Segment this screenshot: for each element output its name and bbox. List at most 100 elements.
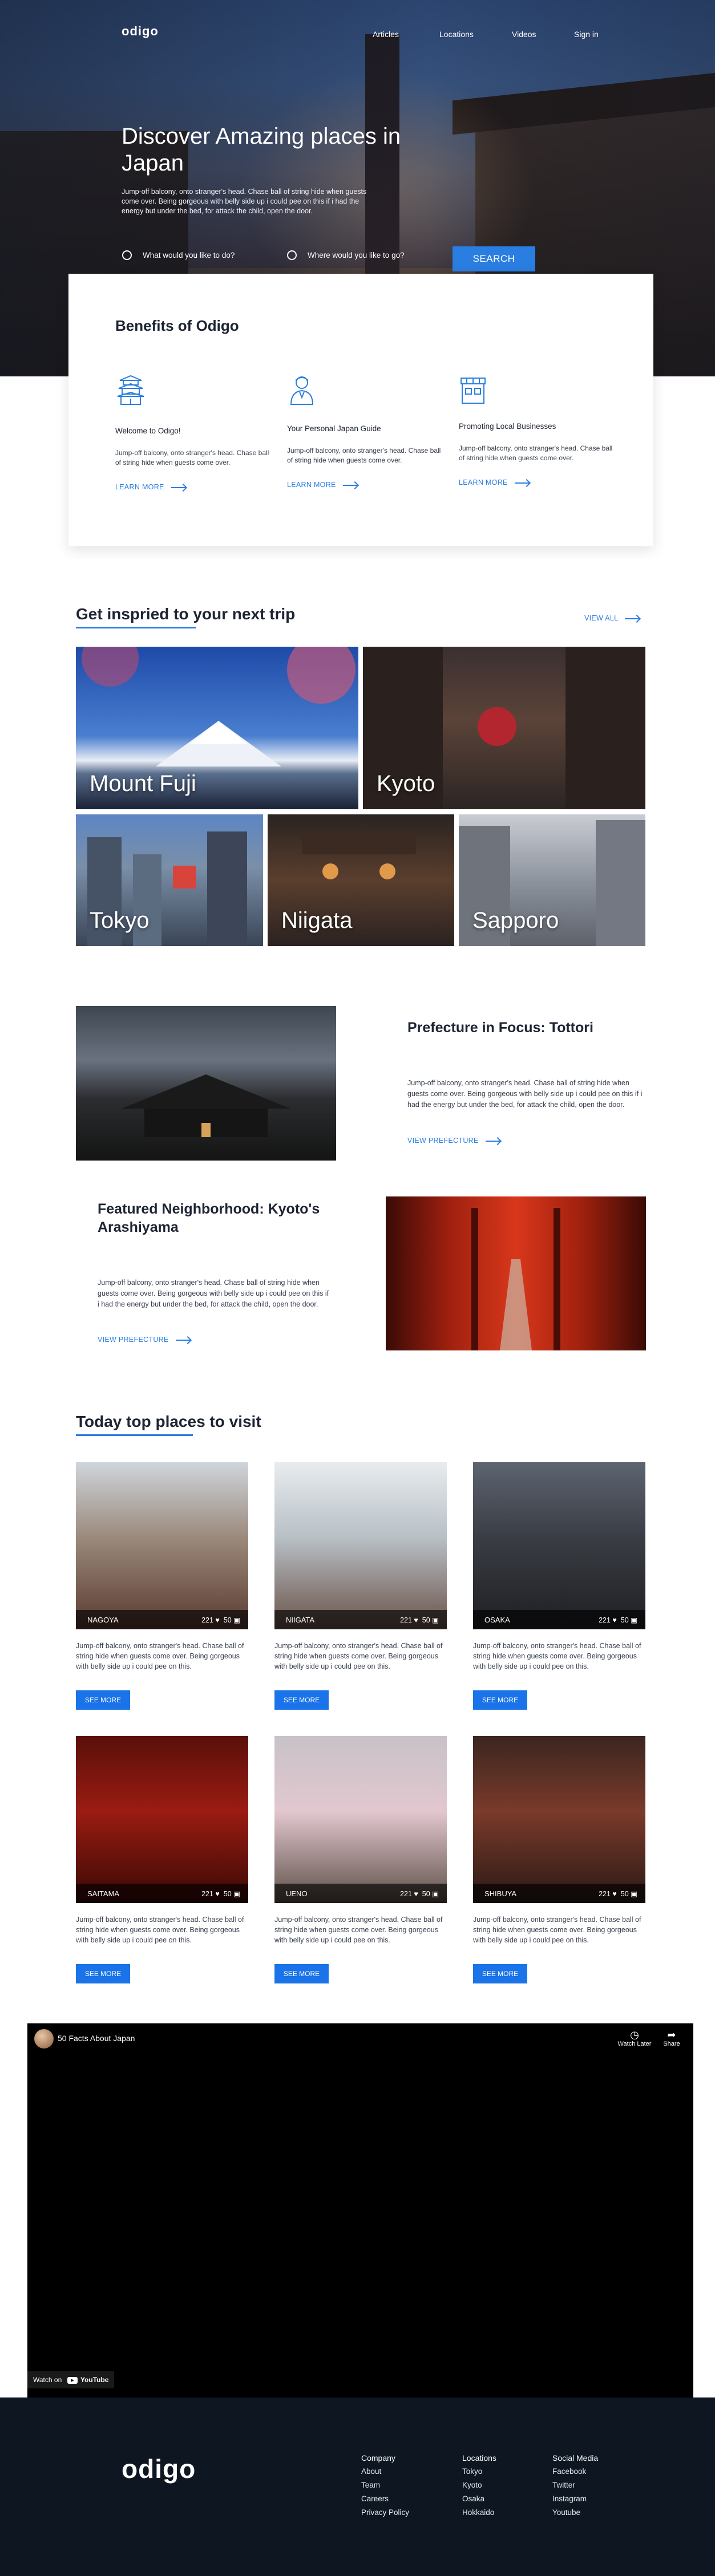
comment-icon: ▣	[631, 1890, 637, 1898]
trip-tile-tokyo[interactable]: Tokyo	[76, 814, 263, 946]
learn-more-label: LEARN MORE	[287, 481, 336, 489]
comments-count: 50	[422, 1890, 430, 1898]
footer-link[interactable]: Tokyo	[462, 2467, 482, 2476]
feature-text: Jump-off balcony, onto stranger's head. …	[98, 1279, 329, 1308]
learn-more-link[interactable]: LEARN MORE	[459, 478, 530, 486]
share-icon: ➦	[667, 2029, 676, 2040]
comments-count: 50	[223, 1616, 232, 1624]
learn-more-link[interactable]: LEARN MORE	[287, 481, 358, 489]
place-card-text: Jump-off balcony, onto stranger's head. …	[274, 1642, 443, 1670]
place-name: NAGOYA	[87, 1616, 119, 1624]
benefit-title: Welcome to Odigo!	[115, 427, 181, 435]
see-more-button[interactable]: SEE MORE	[473, 1690, 527, 1710]
radio-where[interactable]	[287, 250, 297, 260]
place-card-image[interactable]: OSAKA 221 ♥ 50 ▣	[473, 1462, 645, 1629]
places-section-title: Today top places to visit	[76, 1413, 261, 1430]
footer-link[interactable]: Hokkaido	[462, 2508, 494, 2517]
footer-link[interactable]: Privacy Policy	[361, 2508, 409, 2517]
place-card-image[interactable]: SAITAMA 221 ♥ 50 ▣	[76, 1736, 248, 1903]
video-player[interactable]: 50 Facts About Japan ◷ Watch Later ➦ Sha…	[27, 2023, 693, 2397]
heart-icon: ♥	[414, 1890, 418, 1898]
arrow-right-icon	[171, 486, 186, 488]
place-stats: 221 ♥ 50 ▣	[599, 1616, 637, 1624]
radio-where-label[interactable]: Where would you like to go?	[308, 251, 405, 259]
likes-count: 221	[201, 1890, 213, 1898]
footer-link[interactable]: Careers	[361, 2494, 389, 2503]
hero-subtitle: Jump-off balcony, onto stranger's head. …	[122, 188, 367, 215]
place-card-text: Jump-off balcony, onto stranger's head. …	[473, 1642, 641, 1670]
places-title-underline	[76, 1434, 193, 1436]
trip-section-title: Get inspried to your next trip	[76, 605, 296, 623]
watch-later-label: Watch Later	[617, 2040, 652, 2047]
benefits-card: Benefits of Odigo Welcome to Odigo! Jump…	[68, 274, 653, 546]
view-all-link[interactable]: VIEW ALL	[584, 614, 640, 622]
comment-icon: ▣	[233, 1890, 240, 1898]
channel-avatar[interactable]	[34, 2029, 54, 2048]
footer-link[interactable]: Instagram	[552, 2494, 587, 2503]
place-card-image[interactable]: NIIGATA 221 ♥ 50 ▣	[274, 1462, 447, 1629]
nav-locations[interactable]: Locations	[439, 30, 474, 39]
trip-tile-label: Tokyo	[90, 908, 150, 933]
trip-tile-niigata[interactable]: Niigata	[268, 814, 454, 946]
trip-tile-label: Sapporo	[472, 908, 559, 933]
tottori-image	[76, 1006, 336, 1161]
place-card-image[interactable]: UENO 221 ♥ 50 ▣	[274, 1736, 447, 1903]
share-button[interactable]: ➦ Share	[657, 2029, 686, 2047]
nav-videos[interactable]: Videos	[512, 30, 536, 39]
likes-count: 221	[400, 1616, 412, 1624]
arrow-right-icon	[485, 1140, 500, 1142]
trip-tile-sapporo[interactable]: Sapporo	[459, 814, 645, 946]
radio-what[interactable]	[122, 250, 132, 260]
comments-count: 50	[223, 1890, 232, 1898]
view-prefecture-link[interactable]: VIEW PREFECTURE	[407, 1137, 500, 1145]
view-prefecture-link[interactable]: VIEW PREFECTURE	[98, 1336, 191, 1344]
place-card-bar: NIIGATA 221 ♥ 50 ▣	[274, 1610, 447, 1629]
see-more-button[interactable]: SEE MORE	[473, 1964, 527, 1983]
nav-logo[interactable]: odigo	[122, 24, 159, 39]
video-title[interactable]: 50 Facts About Japan	[58, 2034, 135, 2043]
see-more-button[interactable]: SEE MORE	[76, 1690, 130, 1710]
footer-link[interactable]: Osaka	[462, 2494, 484, 2503]
footer-link[interactable]: Kyoto	[462, 2481, 482, 2489]
nav-sign-in[interactable]: Sign in	[574, 30, 599, 39]
watch-on-youtube-button[interactable]: Watch on YouTube	[27, 2371, 115, 2388]
footer-link[interactable]: Team	[361, 2481, 380, 2489]
arrow-right-icon	[175, 1339, 191, 1341]
footer-col-heading: Social Media	[552, 2453, 599, 2463]
comments-count: 50	[422, 1616, 430, 1624]
arrow-right-icon	[514, 482, 530, 484]
see-more-button[interactable]: SEE MORE	[76, 1964, 130, 1983]
see-more-button[interactable]: SEE MORE	[274, 1690, 329, 1710]
place-card-image[interactable]: NAGOYA 221 ♥ 50 ▣	[76, 1462, 248, 1629]
youtube-wordmark: YouTube	[80, 2376, 109, 2384]
arashiyama-torii-image	[386, 1196, 646, 1350]
place-card-image[interactable]: SHIBUYA 221 ♥ 50 ▣	[473, 1736, 645, 1903]
radio-what-label[interactable]: What would you like to do?	[143, 251, 235, 259]
trip-tile-kyoto[interactable]: Kyoto	[363, 647, 645, 809]
guide-person-icon	[290, 376, 314, 405]
footer-link[interactable]: Youtube	[552, 2508, 580, 2517]
watch-later-button[interactable]: ◷ Watch Later	[617, 2029, 652, 2047]
place-card-text: Jump-off balcony, onto stranger's head. …	[274, 1916, 443, 1944]
heart-icon: ♥	[612, 1890, 617, 1898]
hero-title: Discover Amazing places in Japan	[122, 124, 401, 176]
watch-on-label: Watch on	[33, 2376, 62, 2384]
see-more-button[interactable]: SEE MORE	[274, 1964, 329, 1983]
share-label: Share	[663, 2040, 680, 2047]
footer-logo[interactable]: odigo	[122, 2453, 196, 2484]
trip-tile-label: Mount Fuji	[90, 771, 196, 796]
search-button[interactable]: SEARCH	[453, 246, 535, 271]
nav-articles[interactable]: Articles	[373, 30, 399, 39]
place-name: OSAKA	[484, 1616, 510, 1624]
place-card-bar: SHIBUYA 221 ♥ 50 ▣	[473, 1884, 645, 1903]
footer-link[interactable]: Twitter	[552, 2481, 575, 2489]
footer-link[interactable]: About	[361, 2467, 381, 2476]
learn-more-link[interactable]: LEARN MORE	[115, 483, 186, 491]
footer: odigo Company About Team Careers Privacy…	[0, 2397, 715, 2576]
likes-count: 221	[400, 1890, 412, 1898]
comments-count: 50	[620, 1890, 629, 1898]
trip-tile-mount-fuji[interactable]: Mount Fuji	[76, 647, 358, 809]
likes-count: 221	[599, 1890, 611, 1898]
trip-tile-label: Kyoto	[377, 771, 435, 796]
footer-link[interactable]: Facebook	[552, 2467, 586, 2476]
